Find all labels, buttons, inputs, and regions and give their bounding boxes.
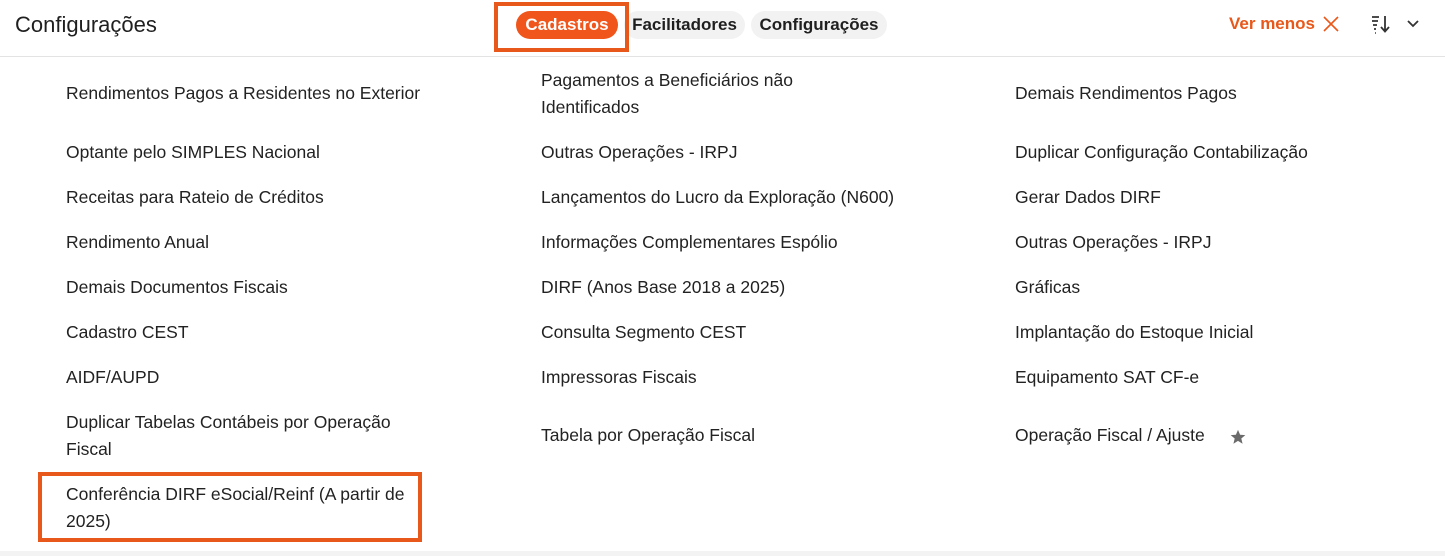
header-bar: Configurações Cadastros Facilitadores Co… [0, 0, 1445, 57]
menu-item[interactable]: Outras Operações - IRPJ [1015, 229, 1415, 256]
menu-item[interactable]: Outras Operações - IRPJ [541, 139, 961, 166]
ver-menos-button[interactable]: Ver menos [1229, 14, 1340, 34]
menu-item[interactable]: Lançamentos do Lucro da Exploração (N600… [541, 184, 961, 211]
menu-item[interactable]: Rendimentos Pagos a Residentes no Exteri… [66, 80, 446, 107]
menu-item[interactable]: Tabela por Operação Fiscal [541, 422, 961, 449]
star-icon [1230, 429, 1246, 444]
menu-item[interactable]: Pagamentos a Beneficiários não Identific… [541, 67, 841, 121]
page-title: Configurações [15, 12, 157, 37]
menu-item[interactable]: Demais Rendimentos Pagos [1015, 80, 1415, 107]
chevron-down-icon [1407, 20, 1419, 28]
sort-button[interactable] [1370, 14, 1392, 39]
tab-configuracoes[interactable]: Configurações [751, 11, 887, 39]
menu-item[interactable]: Rendimento Anual [66, 229, 446, 256]
menu-item[interactable]: Operação Fiscal / Ajuste [1015, 422, 1220, 449]
menu-item[interactable]: AIDF/AUPD [66, 364, 446, 391]
ver-menos-label: Ver menos [1229, 14, 1315, 33]
menu-item[interactable]: Gerar Dados DIRF [1015, 184, 1415, 211]
menu-item[interactable]: Informações Complementares Espólio [541, 229, 961, 256]
menu-item[interactable]: Optante pelo SIMPLES Nacional [66, 139, 446, 166]
tab-cadastros[interactable]: Cadastros [516, 11, 618, 39]
menu-item[interactable]: Consulta Segmento CEST [541, 319, 961, 346]
menu-item[interactable]: Receitas para Rateio de Créditos [66, 184, 446, 211]
collapse-button[interactable] [1405, 16, 1421, 37]
menu-item[interactable]: Duplicar Tabelas Contábeis por Operação … [66, 409, 411, 463]
tab-facilitadores[interactable]: Facilitadores [624, 11, 745, 39]
menu-item[interactable]: DIRF (Anos Base 2018 a 2025) [541, 274, 961, 301]
menu-item[interactable]: Duplicar Configuração Contabilização [1015, 139, 1415, 166]
favorite-button[interactable] [1229, 428, 1247, 451]
menu-item[interactable]: Gráficas [1015, 274, 1415, 301]
close-icon [1323, 16, 1339, 32]
sort-icon [1372, 16, 1390, 34]
menu-item[interactable]: Equipamento SAT CF-e [1015, 364, 1415, 391]
menu-item[interactable]: Implantação do Estoque Inicial [1015, 319, 1415, 346]
menu-item[interactable]: Cadastro CEST [66, 319, 446, 346]
bottom-divider [0, 551, 1445, 556]
menu-item-conferencia-dirf[interactable]: Conferência DIRF eSocial/Reinf (A partir… [66, 481, 416, 535]
menu-item[interactable]: Impressoras Fiscais [541, 364, 961, 391]
menu-item[interactable]: Demais Documentos Fiscais [66, 274, 446, 301]
